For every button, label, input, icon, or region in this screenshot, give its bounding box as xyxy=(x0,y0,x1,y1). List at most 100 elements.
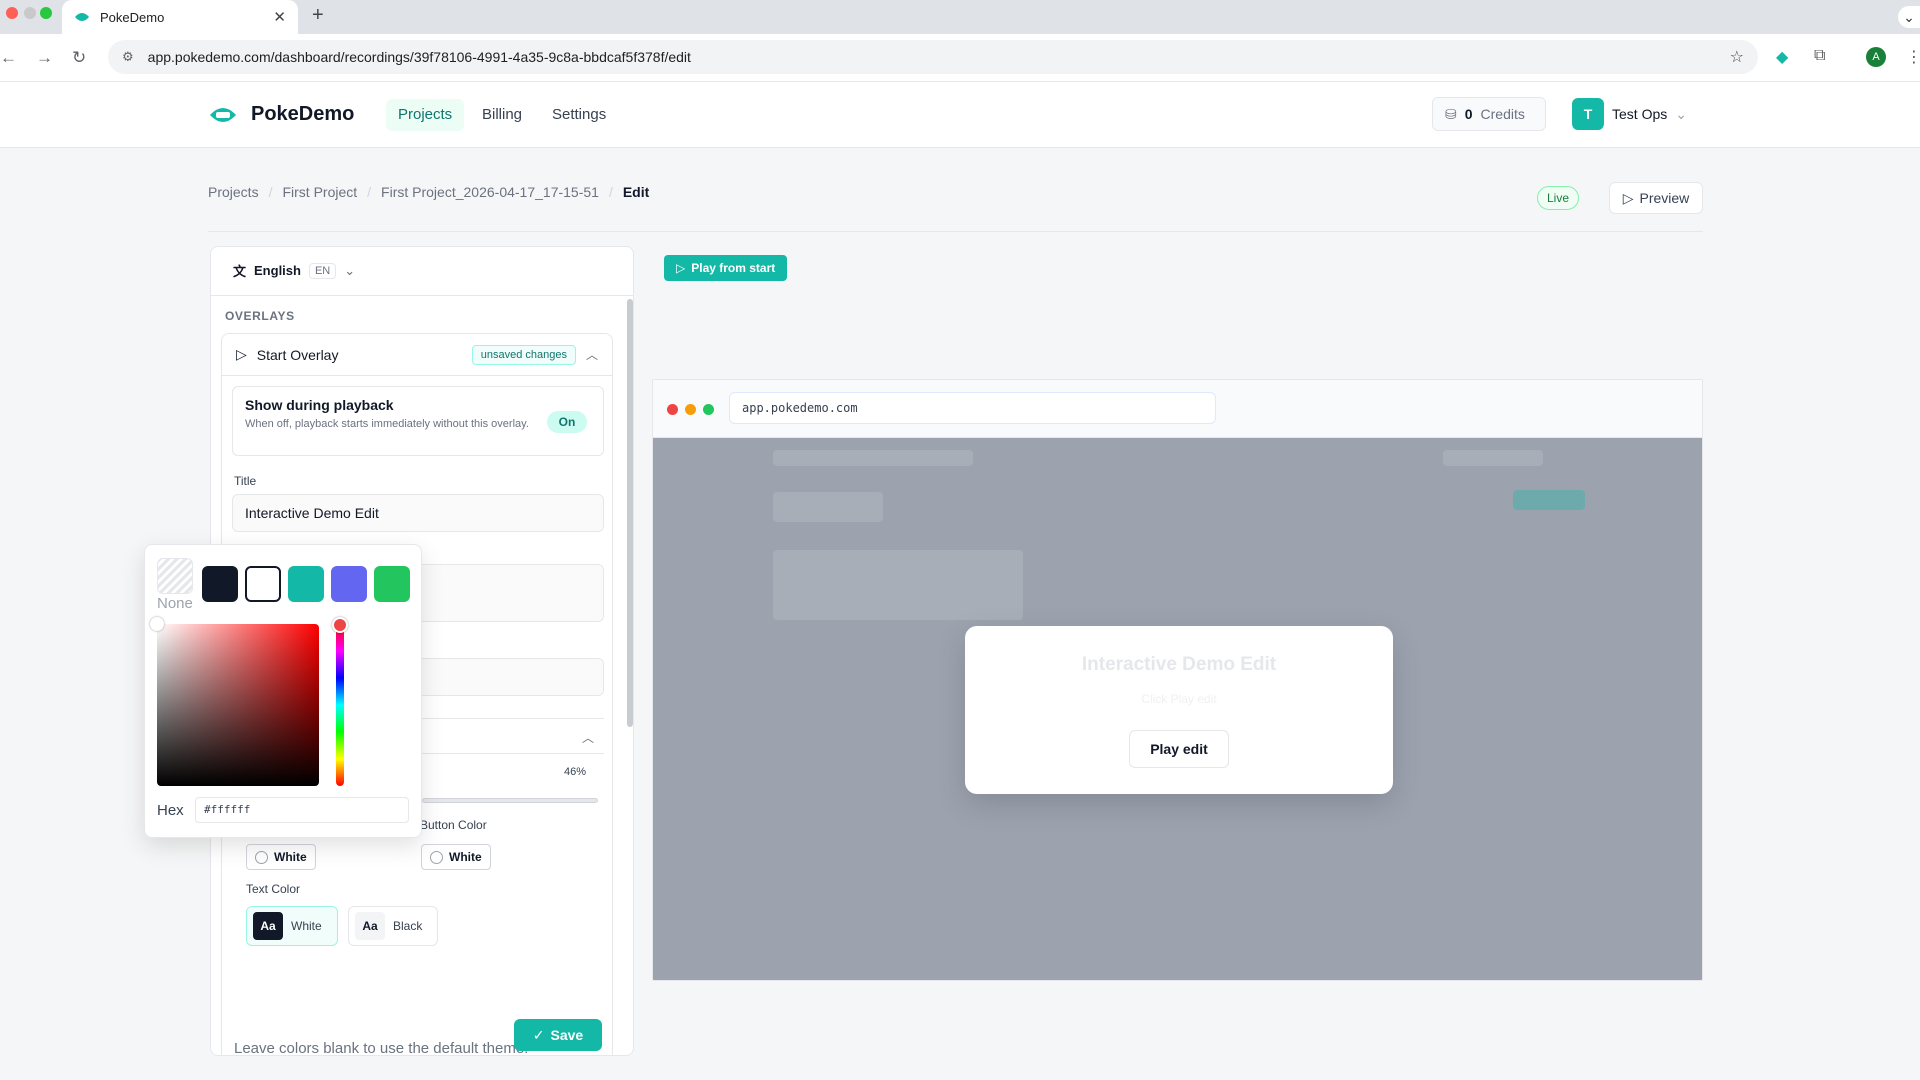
save-button-label: Save xyxy=(550,1027,584,1043)
credits-count: 0 xyxy=(1464,106,1473,122)
pokedemo-extension-icon[interactable]: ◆ xyxy=(1776,47,1788,67)
breadcrumb-separator: / xyxy=(268,184,273,200)
browser-menu-icon[interactable]: ⋮ xyxy=(1906,47,1920,67)
swatch-none[interactable] xyxy=(157,558,193,594)
window-maximize-dot[interactable] xyxy=(40,7,52,19)
swatch-dark[interactable] xyxy=(202,566,238,602)
text-color-white-option[interactable]: Aa White xyxy=(246,906,338,946)
chevron-up-icon: ︿ xyxy=(581,731,594,745)
breadcrumb: Projects / First Project / First Project… xyxy=(208,184,649,200)
browser-tab[interactable]: PokeDemo ✕ xyxy=(62,0,298,34)
save-button[interactable]: ✓ Save xyxy=(514,1019,602,1051)
play-icon: ▷ xyxy=(236,346,247,362)
extensions-puzzle-icon[interactable]: ⧉ xyxy=(1814,47,1825,65)
start-overlay-modal: Interactive Demo Edit Click Play edit Pl… xyxy=(965,626,1393,794)
coins-icon: ⛁ xyxy=(1445,105,1457,122)
text-sample: Aa xyxy=(355,912,385,940)
user-menu[interactable]: T Test Ops ⌄ xyxy=(1572,98,1687,130)
brand-name: PokeDemo xyxy=(251,103,355,125)
tab-title: PokeDemo xyxy=(100,9,165,25)
button-color-label: Button Color xyxy=(420,818,487,832)
background-color-chip[interactable]: White xyxy=(246,844,316,870)
forward-icon[interactable]: → xyxy=(36,48,53,68)
pokedemo-favicon-icon xyxy=(75,13,89,21)
background-color-value: White xyxy=(274,850,307,864)
swatch-teal[interactable] xyxy=(288,566,324,602)
text-color-option-label: Black xyxy=(393,919,423,933)
play-from-start-button[interactable]: ▷ Play from start xyxy=(664,255,788,281)
hex-input[interactable]: #ffffff xyxy=(195,797,409,823)
pokedemo-logo-icon xyxy=(210,108,236,122)
unsaved-changes-badge: unsaved changes xyxy=(471,344,576,365)
tab-search-chevron-icon[interactable]: ⌄ xyxy=(1898,6,1920,28)
text-sample: Aa xyxy=(253,912,283,940)
browser-profile-avatar[interactable]: A xyxy=(1866,47,1886,67)
swatch-green[interactable] xyxy=(374,566,410,602)
overlays-section-label: OVERLAYS xyxy=(225,309,295,323)
user-avatar: T xyxy=(1572,98,1604,130)
swatch-white[interactable] xyxy=(245,566,281,602)
panel-scrollbar[interactable] xyxy=(627,299,633,727)
browser-tab-bar: PokeDemo ✕ + ⌄ xyxy=(0,0,1920,34)
close-tab-icon[interactable]: ✕ xyxy=(273,8,286,26)
chevron-down-icon: ⌄ xyxy=(344,262,356,278)
text-color-black-option[interactable]: Aa Black xyxy=(348,906,438,946)
button-color-chip[interactable]: White xyxy=(421,844,491,870)
breadcrumb-projects[interactable]: Projects xyxy=(208,184,259,200)
back-icon[interactable]: ← xyxy=(0,48,17,68)
breadcrumb-recording[interactable]: First Project_2026-04-17_17-15-51 xyxy=(381,184,599,200)
language-name: English xyxy=(254,263,301,278)
color-circle-icon xyxy=(255,850,268,864)
window-close-dot[interactable] xyxy=(6,7,18,19)
title-label: Title xyxy=(234,474,257,488)
nav-projects[interactable]: Projects xyxy=(386,99,465,131)
hue-slider[interactable] xyxy=(336,624,344,786)
url-text: app.pokedemo.com/dashboard/recordings/39… xyxy=(147,49,691,65)
divider xyxy=(211,295,633,296)
preview-button[interactable]: ▷ Preview xyxy=(1609,182,1703,214)
nav-settings[interactable]: Settings xyxy=(540,99,618,131)
breadcrumb-separator: / xyxy=(367,184,372,200)
breadcrumb-separator: / xyxy=(608,184,613,200)
start-overlay-header[interactable]: ▷ Start Overlay unsaved changes ︿ xyxy=(222,334,612,376)
language-selector[interactable]: 文 English EN ⌄ xyxy=(233,261,355,280)
chevron-up-icon[interactable]: ︿ xyxy=(586,346,598,363)
play-icon: ▷ xyxy=(1622,189,1634,206)
saturation-knob[interactable] xyxy=(150,617,164,631)
url-field[interactable]: ⚙ app.pokedemo.com/dashboard/recordings/… xyxy=(108,40,1758,74)
text-color-option-label: White xyxy=(291,919,322,933)
credits-label: Credits xyxy=(1480,106,1525,122)
credits-badge[interactable]: ⛁ 0 Credits xyxy=(1432,97,1546,131)
show-during-playback-card: Show during playback When off, playback … xyxy=(232,386,604,456)
browser-address-bar: ← → ↻ ⚙ app.pokedemo.com/dashboard/recor… xyxy=(0,34,1920,82)
language-code: EN xyxy=(308,262,337,279)
preview-frame: app.pokedemo.com Interactive Demo Edit C… xyxy=(652,379,1703,981)
window-minimize-dot[interactable] xyxy=(24,7,36,19)
chevron-down-icon: ⌄ xyxy=(1675,105,1687,122)
show-playback-toggle[interactable]: On xyxy=(547,411,587,433)
color-circle-icon xyxy=(430,850,443,864)
opacity-slider[interactable] xyxy=(422,798,598,803)
new-tab-icon[interactable]: + xyxy=(312,4,324,27)
site-info-icon[interactable]: ⚙ xyxy=(122,49,134,65)
blurred-user-menu xyxy=(1443,450,1543,466)
saturation-value-area[interactable] xyxy=(157,624,319,786)
preview-frame-toolbar: app.pokedemo.com xyxy=(653,380,1702,438)
swatch-indigo[interactable] xyxy=(331,566,367,602)
play-edit-button[interactable]: Play edit xyxy=(1129,730,1229,768)
modal-subtitle: Click Play edit xyxy=(1141,692,1217,706)
nav-billing[interactable]: Billing xyxy=(470,99,534,131)
start-overlay-title: Start Overlay xyxy=(256,346,339,363)
text-color-label: Text Color xyxy=(246,882,301,896)
hex-label: Hex xyxy=(157,802,184,819)
breadcrumb-first-project[interactable]: First Project xyxy=(282,184,357,200)
breadcrumb-current: Edit xyxy=(622,184,650,200)
blurred-page-title xyxy=(773,492,883,522)
blurred-app-header xyxy=(773,450,973,466)
title-input[interactable]: Interactive Demo Edit xyxy=(232,494,604,532)
preview-button-label: Preview xyxy=(1639,190,1690,206)
status-badge: Live xyxy=(1537,186,1580,210)
hue-knob[interactable] xyxy=(332,617,348,633)
bookmark-star-icon[interactable]: ☆ xyxy=(1730,47,1744,67)
reload-icon[interactable]: ↻ xyxy=(72,48,86,68)
